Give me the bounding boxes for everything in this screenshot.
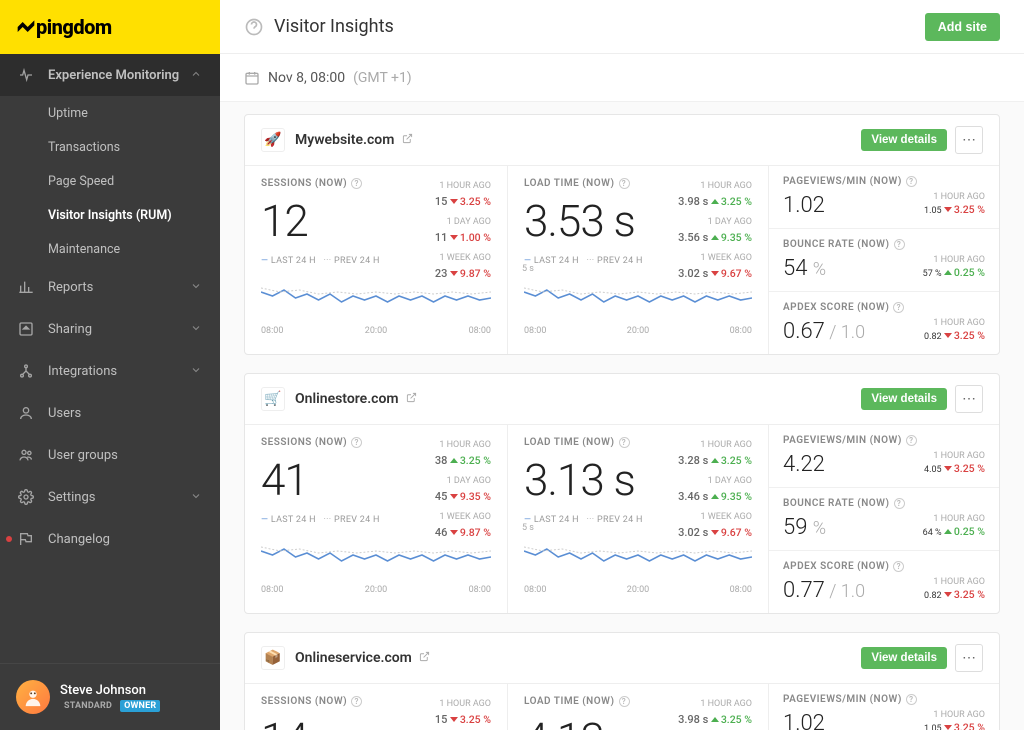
share-icon [16, 319, 36, 339]
main: Visitor Insights Add site Nov 8, 08:00 (… [220, 0, 1024, 730]
chart-icon [16, 277, 36, 297]
help-icon[interactable]: ? [619, 437, 630, 448]
more-button[interactable]: ⋯ [955, 126, 983, 154]
loadtime-panel: LOAD TIME (NOW) ? 3.13 s — LAST 24 H ···… [507, 425, 769, 613]
date-bar[interactable]: Nov 8, 08:00 (GMT +1) [220, 54, 1024, 102]
help-icon[interactable]: ? [619, 178, 630, 189]
sessions-panel: SESSIONS (NOW) ? 14 — LAST 24 H ··· PREV… [245, 684, 507, 730]
nav-uptime[interactable]: Uptime [0, 96, 220, 130]
help-icon[interactable]: ? [894, 239, 905, 250]
more-button[interactable]: ⋯ [955, 644, 983, 672]
site-name[interactable]: Onlinestore.com [295, 391, 417, 407]
brand-name: pingdom [36, 15, 112, 39]
external-link-icon [402, 133, 413, 144]
nav-label: Experience Monitoring [48, 68, 179, 83]
help-icon[interactable]: ? [351, 437, 362, 448]
view-details-button[interactable]: View details [861, 388, 947, 410]
users-icon [16, 445, 36, 465]
external-link-icon [406, 392, 417, 403]
metrics-panel: PAGEVIEWS/MIN (NOW) ? 1.021 HOUR AGO1.05… [769, 166, 999, 354]
flag-icon [16, 529, 36, 549]
plan-badge: STANDARD [60, 700, 116, 712]
user-icon [16, 403, 36, 423]
pulse-icon [16, 65, 36, 85]
timezone: (GMT +1) [353, 70, 412, 86]
help-icon[interactable]: ? [894, 498, 905, 509]
gear-icon [16, 487, 36, 507]
help-icon[interactable]: ? [893, 561, 904, 572]
nav: Experience Monitoring Uptime Transaction… [0, 54, 220, 663]
nav-reports[interactable]: Reports [0, 266, 220, 308]
help-icon[interactable]: ? [351, 696, 362, 707]
user-footer[interactable]: Steve Johnson STANDARD OWNER [0, 663, 220, 730]
help-icon[interactable]: ? [351, 178, 362, 189]
nav-sharing[interactable]: Sharing [0, 308, 220, 350]
site-name[interactable]: Mywebsite.com [295, 132, 413, 148]
user-name: Steve Johnson [60, 683, 160, 698]
nav-maintenance[interactable]: Maintenance [0, 232, 220, 266]
sessions-panel: SESSIONS (NOW) ? 41 — LAST 24 H ··· PREV… [245, 425, 507, 613]
nav-transactions[interactable]: Transactions [0, 130, 220, 164]
site-icon: 📦 [261, 646, 285, 670]
metrics-panel: PAGEVIEWS/MIN (NOW) ? 4.221 HOUR AGO4.05… [769, 425, 999, 613]
page-title: Visitor Insights [274, 16, 394, 37]
view-details-button[interactable]: View details [861, 129, 947, 151]
nav-user-groups[interactable]: User groups [0, 434, 220, 476]
nav-visitor-insights[interactable]: Visitor Insights (RUM) [0, 198, 220, 232]
site-card: 📦 Onlineservice.com View details ⋯ SESSI… [244, 632, 1000, 730]
chevron-down-icon [190, 322, 204, 336]
help-icon[interactable]: ? [906, 176, 917, 187]
help-icon[interactable]: ? [906, 435, 917, 446]
view-details-button[interactable]: View details [861, 647, 947, 669]
nav-page-speed[interactable]: Page Speed [0, 164, 220, 198]
nav-integrations[interactable]: Integrations [0, 350, 220, 392]
help-icon[interactable]: ? [619, 696, 630, 707]
notification-dot-icon [6, 536, 12, 542]
site-card: 🚀 Mywebsite.com View details ⋯ SESSIONS … [244, 114, 1000, 355]
sessions-panel: SESSIONS (NOW) ? 12 — LAST 24 H ··· PREV… [245, 166, 507, 354]
add-site-button[interactable]: Add site [925, 13, 1000, 41]
loadtime-panel: LOAD TIME (NOW) ? 3.53 s — LAST 24 H ···… [507, 166, 769, 354]
nav-sub: Uptime Transactions Page Speed Visitor I… [0, 96, 220, 266]
more-button[interactable]: ⋯ [955, 385, 983, 413]
content: 🚀 Mywebsite.com View details ⋯ SESSIONS … [220, 102, 1024, 730]
header: Visitor Insights Add site [220, 0, 1024, 54]
chevron-down-icon [190, 490, 204, 504]
loadtime-panel: LOAD TIME (NOW) ? 4.13 s — LAST 24 H ···… [507, 684, 769, 730]
calendar-icon [244, 70, 260, 86]
chevron-down-icon [190, 364, 204, 378]
avatar [16, 680, 50, 714]
help-icon[interactable] [244, 17, 264, 37]
external-link-icon [419, 651, 430, 662]
site-icon: 🚀 [261, 128, 285, 152]
date-text: Nov 8, 08:00 [268, 70, 345, 86]
nav-experience-monitoring[interactable]: Experience Monitoring [0, 54, 220, 96]
role-badge: OWNER [120, 700, 160, 712]
chevron-down-icon [190, 280, 204, 294]
user-badges: STANDARD OWNER [60, 700, 160, 712]
pingdom-icon [16, 16, 36, 38]
site-card: 🛒 Onlinestore.com View details ⋯ SESSION… [244, 373, 1000, 614]
network-icon [16, 361, 36, 381]
nav-users[interactable]: Users [0, 392, 220, 434]
sidebar: pingdom Experience Monitoring Uptime Tra… [0, 0, 220, 730]
metrics-panel: PAGEVIEWS/MIN (NOW) ? 1.021 HOUR AGO1.05… [769, 684, 999, 730]
nav-settings[interactable]: Settings [0, 476, 220, 518]
site-name[interactable]: Onlineservice.com [295, 650, 430, 666]
site-icon: 🛒 [261, 387, 285, 411]
brand-logo[interactable]: pingdom [0, 0, 220, 54]
help-icon[interactable]: ? [893, 302, 904, 313]
chevron-up-icon [190, 68, 204, 82]
nav-changelog[interactable]: Changelog [0, 518, 220, 560]
help-icon[interactable]: ? [906, 694, 917, 705]
